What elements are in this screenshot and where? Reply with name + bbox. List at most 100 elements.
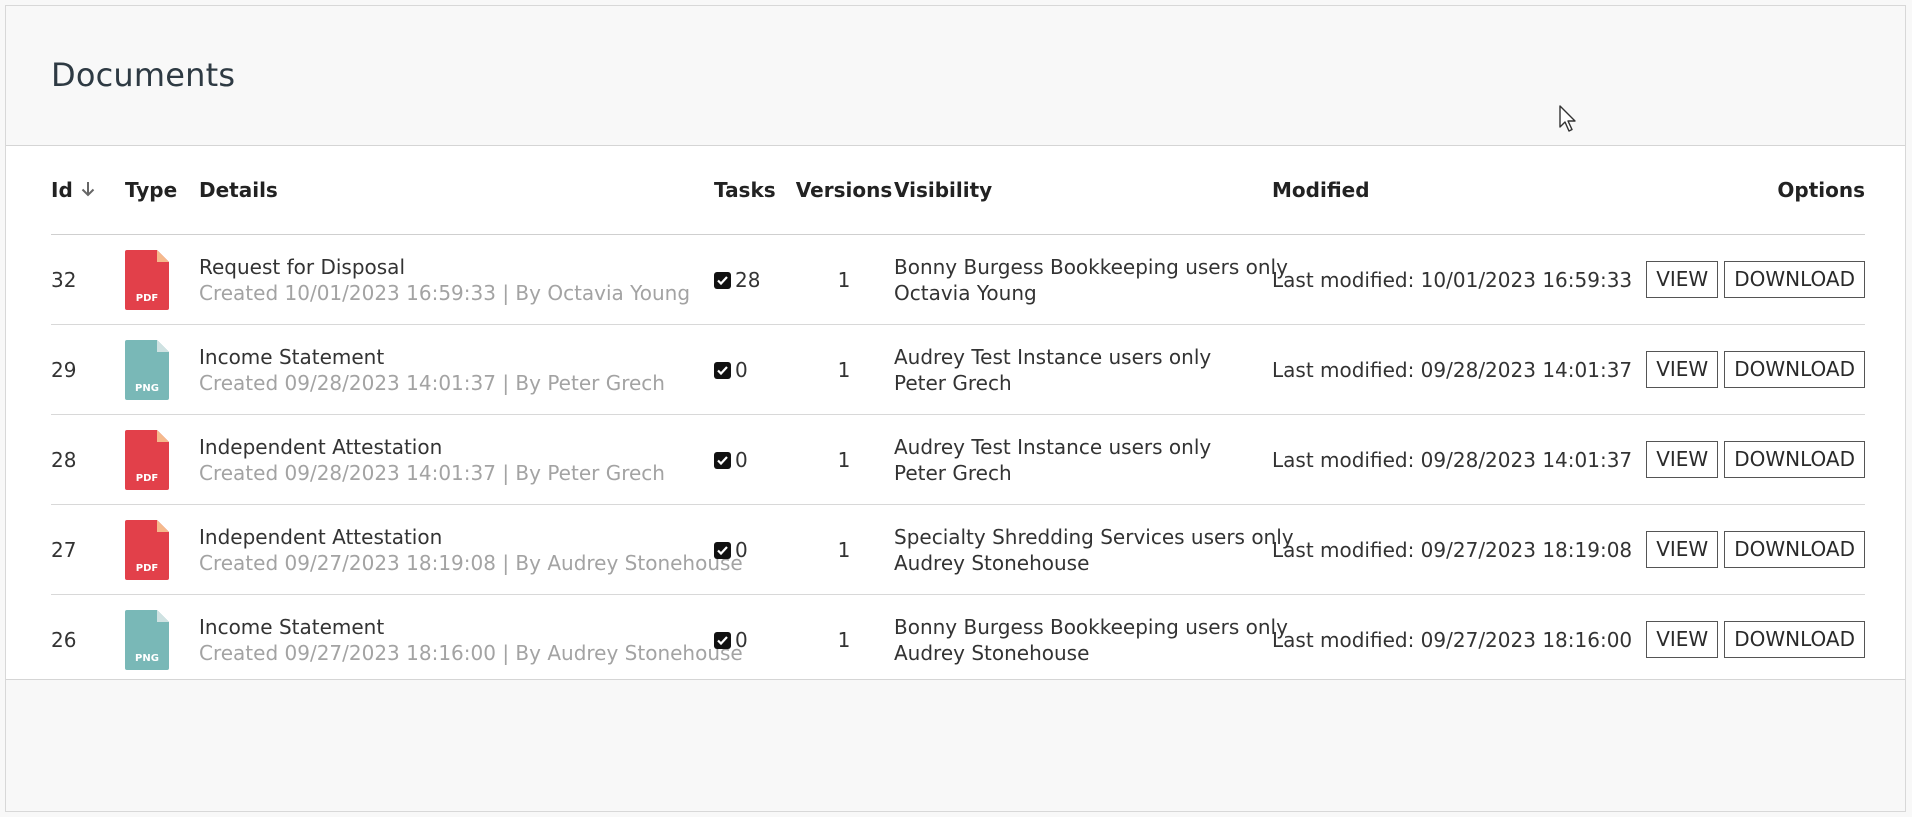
- column-header-details: Details: [199, 146, 714, 235]
- cell-details: Income Statement Created 09/27/2023 18:1…: [199, 595, 743, 685]
- visibility-scope: Audrey Test Instance users only: [894, 344, 1212, 369]
- cell-versions: 1: [837, 627, 851, 652]
- download-button[interactable]: DOWNLOAD: [1724, 441, 1865, 478]
- cell-modified: Last modified: 09/27/2023 18:16:00: [1272, 627, 1633, 652]
- cell-options: VIEW DOWNLOAD: [1626, 324, 1865, 415]
- document-created: Created 10/01/2023 16:59:33 | By Octavia…: [199, 280, 691, 305]
- table-row[interactable]: 27 PDF Independent Attestation Created 0…: [51, 504, 1865, 595]
- visibility-scope: Specialty Shredding Services users only: [894, 524, 1294, 549]
- documents-panel: Id Type Details Tasks Versions Visibilit…: [6, 146, 1905, 680]
- cell-modified: Last modified: 09/28/2023 14:01:37: [1272, 324, 1632, 415]
- visibility-owner: Audrey Stonehouse: [894, 640, 1090, 665]
- column-header-id[interactable]: Id: [51, 146, 125, 235]
- table-row[interactable]: 29 PNG Income Statement Created 09/28/20…: [51, 324, 1865, 415]
- cell-tasks: 0: [714, 504, 794, 595]
- cell-versions: 1: [794, 324, 894, 415]
- visibility-owner: Peter Grech: [894, 370, 1012, 395]
- cell-versions: 1: [794, 504, 894, 595]
- table-row[interactable]: 26 PNG Income Statement Created 09/27/20…: [51, 595, 1865, 685]
- cell-versions: 1: [794, 234, 894, 325]
- checkbox-checked-icon: [714, 271, 731, 289]
- cell-details: Request for Disposal Created 10/01/2023 …: [199, 234, 714, 325]
- cell-visibility: Bonny Burgess Bookkeeping users only Oct…: [894, 234, 1288, 325]
- file-type-label: PNG: [135, 383, 159, 394]
- view-button[interactable]: VIEW: [1646, 621, 1719, 658]
- file-type-label: PDF: [136, 563, 158, 574]
- column-header-tasks: Tasks: [714, 146, 794, 235]
- download-button[interactable]: DOWNLOAD: [1724, 351, 1865, 388]
- document-title[interactable]: Independent Attestation: [199, 434, 714, 460]
- task-count: 0: [735, 537, 748, 562]
- cell-visibility: Specialty Shredding Services users only …: [894, 504, 1294, 595]
- cell-type: PDF: [125, 414, 199, 505]
- cell-id: 29: [51, 324, 125, 415]
- document-created: Created 09/28/2023 14:01:37 | By Peter G…: [199, 370, 665, 395]
- download-button[interactable]: DOWNLOAD: [1724, 531, 1865, 568]
- cell-options: VIEW DOWNLOAD: [1626, 414, 1865, 505]
- document-title[interactable]: Income Statement: [199, 344, 714, 370]
- page-header: Documents: [6, 6, 1905, 146]
- checkbox-checked-icon: [714, 631, 731, 649]
- visibility-scope: Bonny Burgess Bookkeeping users only: [894, 614, 1288, 639]
- column-header-modified: Modified: [1272, 146, 1626, 235]
- cell-tasks: 28: [714, 234, 794, 325]
- file-type-label: PDF: [136, 293, 158, 304]
- view-button[interactable]: VIEW: [1646, 531, 1719, 568]
- pdf-file-icon: PDF: [125, 249, 169, 310]
- cell-visibility: Audrey Test Instance users only Peter Gr…: [894, 414, 1272, 505]
- pdf-file-icon: PDF: [125, 519, 169, 580]
- cell-details: Independent Attestation Created 09/27/20…: [199, 504, 743, 595]
- cell-tasks: 0: [714, 595, 794, 685]
- checkbox-checked-icon: [714, 541, 731, 559]
- download-button[interactable]: DOWNLOAD: [1724, 261, 1865, 298]
- arrow-down-icon[interactable]: [81, 178, 95, 202]
- view-button[interactable]: VIEW: [1646, 441, 1719, 478]
- png-file-icon: PNG: [125, 339, 169, 400]
- pdf-file-icon: PDF: [125, 429, 169, 490]
- mouse-cursor-icon: [1559, 105, 1576, 132]
- cell-id: 32: [51, 234, 125, 325]
- task-count: 0: [735, 447, 748, 472]
- cell-options: VIEW DOWNLOAD: [1626, 234, 1865, 325]
- documents-table: Id Type Details Tasks Versions Visibilit…: [51, 146, 1865, 684]
- cell-versions: 1: [794, 414, 894, 505]
- visibility-owner: Audrey Stonehouse: [894, 550, 1090, 575]
- table-header-row: Id Type Details Tasks Versions Visibilit…: [51, 146, 1865, 235]
- column-header-options: Options: [1626, 146, 1865, 235]
- cell-modified: Last modified: 09/28/2023 14:01:37: [1272, 414, 1632, 505]
- file-type-label: PNG: [135, 653, 159, 664]
- cell-modified: Last modified: 10/01/2023 16:59:33: [1272, 234, 1632, 325]
- visibility-scope: Bonny Burgess Bookkeeping users only: [894, 254, 1288, 279]
- cell-id: 26: [51, 627, 77, 652]
- visibility-scope: Audrey Test Instance users only: [894, 434, 1212, 459]
- page-title: Documents: [51, 56, 236, 94]
- column-header-versions: Versions: [794, 146, 894, 235]
- cell-id: 28: [51, 414, 125, 505]
- png-file-icon: PNG: [125, 609, 169, 670]
- checkbox-checked-icon: [714, 361, 731, 379]
- checkbox-checked-icon: [714, 451, 731, 469]
- file-type-label: PDF: [136, 473, 158, 484]
- download-button[interactable]: DOWNLOAD: [1724, 621, 1865, 658]
- document-title[interactable]: Independent Attestation: [199, 524, 714, 550]
- task-count: 28: [735, 267, 761, 292]
- table-row[interactable]: 32 PDF Request for Disposal Created 10/0…: [51, 234, 1865, 325]
- cell-tasks: 0: [714, 414, 794, 505]
- table-row[interactable]: 28 PDF Independent Attestation Created 0…: [51, 414, 1865, 505]
- cell-visibility: Bonny Burgess Bookkeeping users only Aud…: [894, 595, 1288, 685]
- cell-details: Income Statement Created 09/28/2023 14:0…: [199, 324, 714, 415]
- document-title[interactable]: Request for Disposal: [199, 254, 714, 280]
- page-frame: Documents Id Type Details Tasks Versions…: [5, 5, 1906, 812]
- cell-type: PNG: [125, 324, 199, 415]
- cell-type: PDF: [125, 504, 199, 595]
- column-header-type: Type: [125, 146, 199, 235]
- task-count: 0: [735, 357, 748, 382]
- cell-type: PNG: [125, 595, 199, 685]
- view-button[interactable]: VIEW: [1646, 351, 1719, 388]
- document-created: Created 09/28/2023 14:01:37 | By Peter G…: [199, 460, 665, 485]
- cell-modified: Last modified: 09/27/2023 18:19:08: [1272, 504, 1632, 595]
- view-button[interactable]: VIEW: [1646, 261, 1719, 298]
- document-title[interactable]: Income Statement: [199, 614, 714, 640]
- cell-options: VIEW DOWNLOAD: [1626, 595, 1865, 685]
- document-created: Created 09/27/2023 18:16:00 | By Audrey …: [199, 640, 743, 665]
